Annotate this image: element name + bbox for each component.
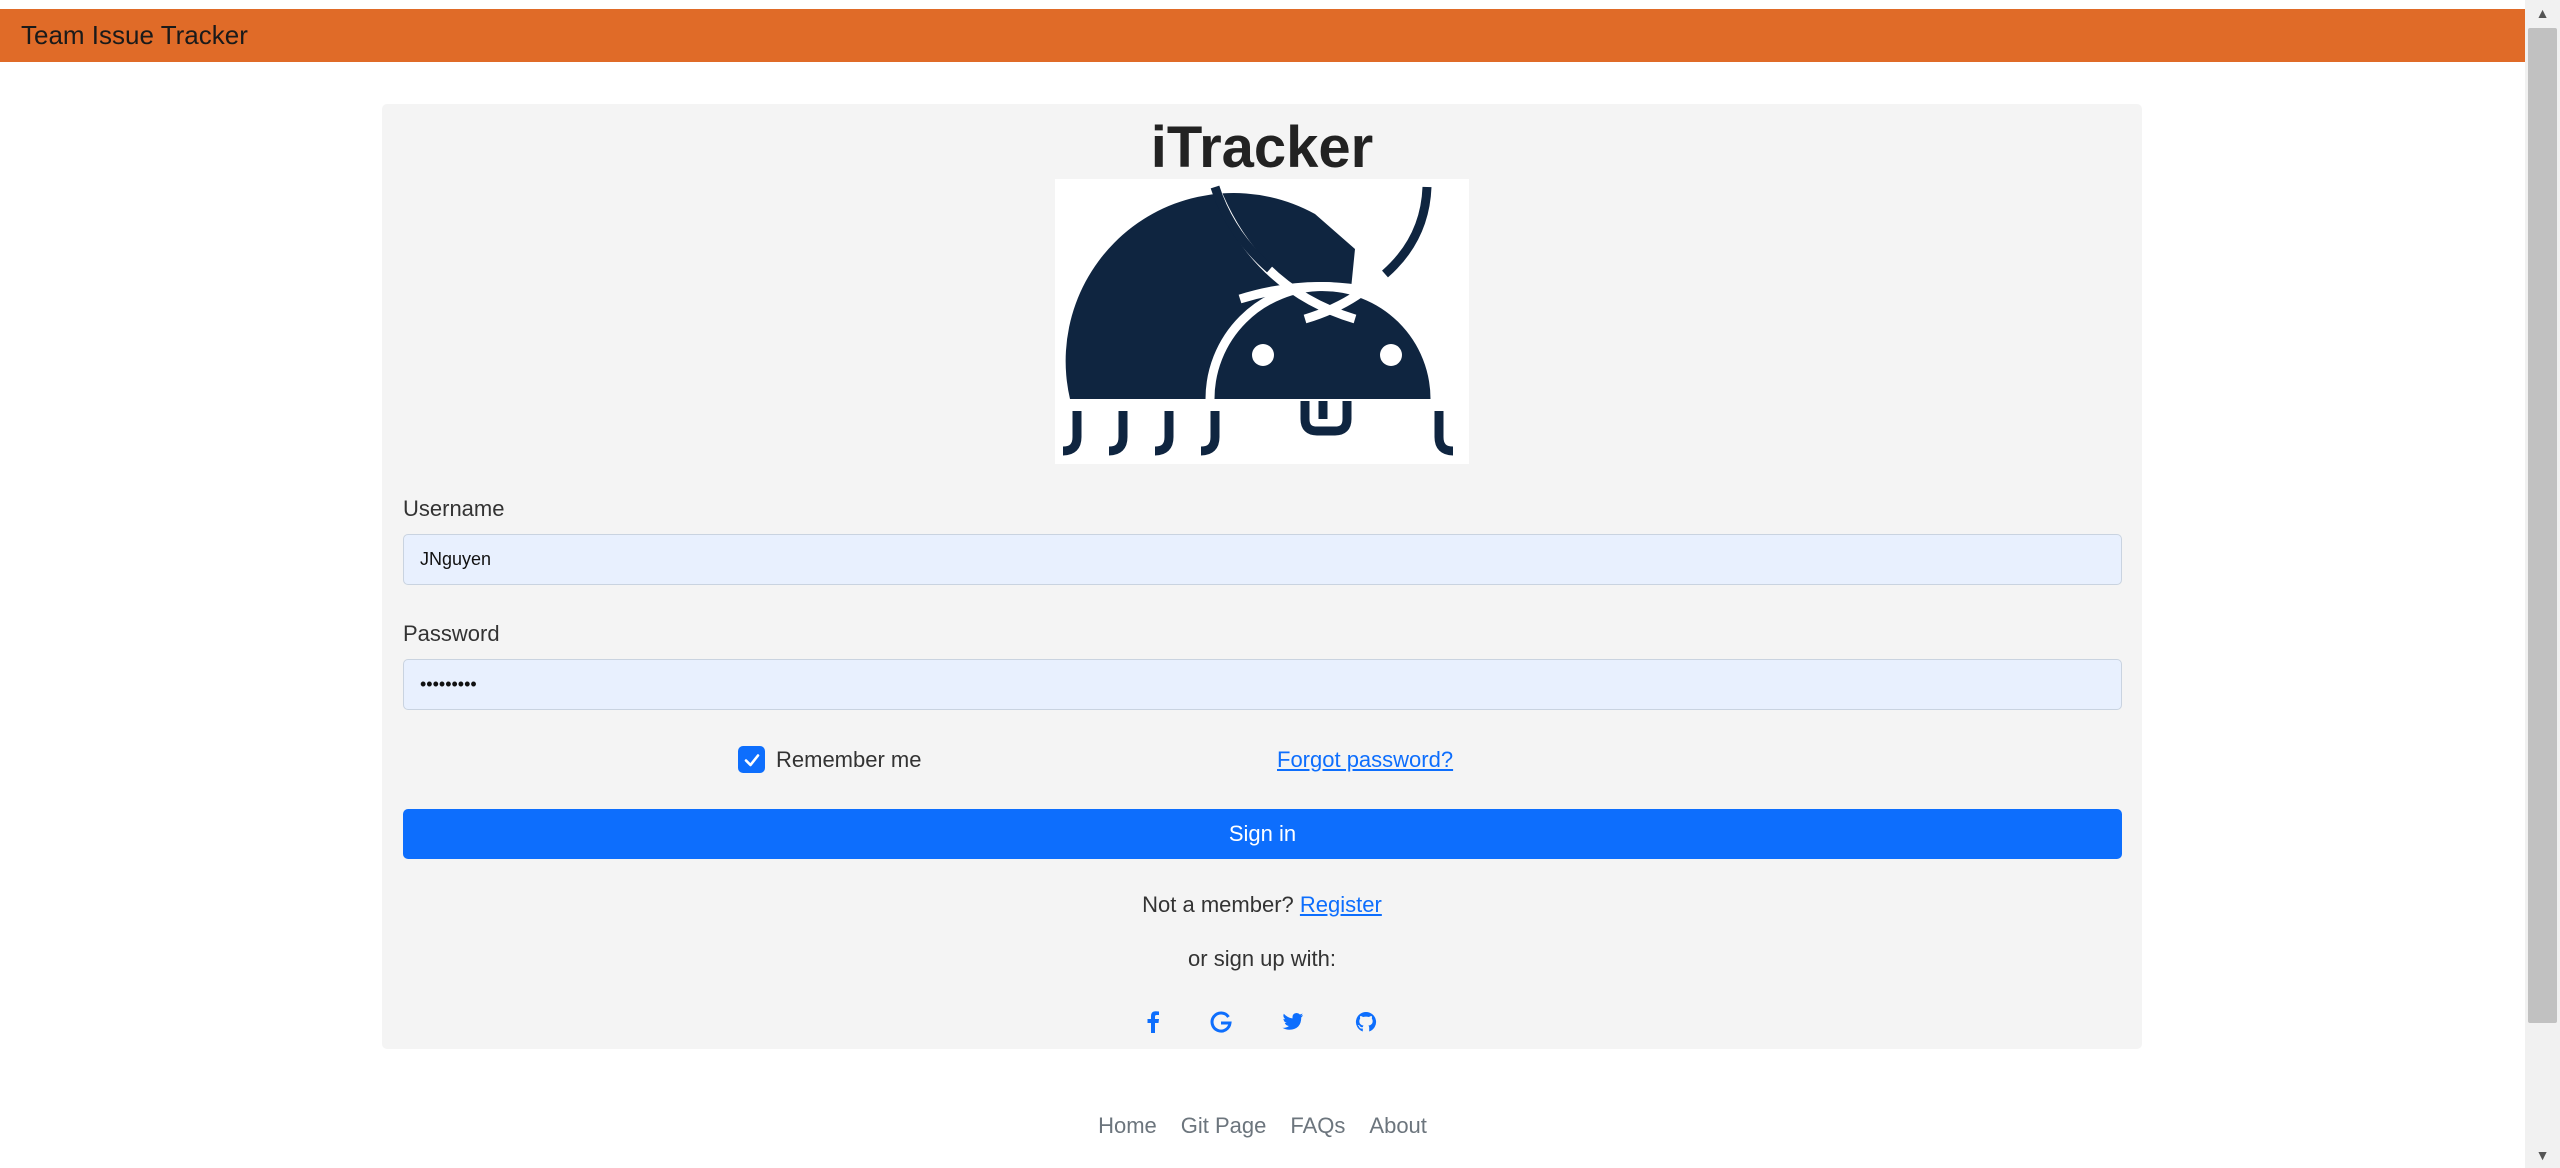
twitter-button[interactable] [1278, 1007, 1308, 1037]
remember-me-checkbox[interactable] [738, 746, 765, 773]
navbar-brand[interactable]: Team Issue Tracker [21, 20, 248, 51]
bug-logo [1055, 179, 1469, 464]
footer-link-faqs[interactable]: FAQs [1290, 1113, 1345, 1139]
footer-link-about[interactable]: About [1369, 1113, 1427, 1139]
footer-link-home[interactable]: Home [1098, 1113, 1157, 1139]
password-label: Password [403, 621, 500, 646]
twitter-icon [1282, 1013, 1304, 1030]
vertical-scrollbar[interactable]: ▲ ▼ [2525, 0, 2560, 1168]
facebook-icon [1147, 1011, 1159, 1033]
github-button[interactable] [1351, 1007, 1381, 1037]
password-value: ••••••••• [420, 674, 477, 694]
username-label: Username [403, 496, 505, 521]
footer-nav: Home Git Page FAQs About [0, 1113, 2525, 1139]
not-member-text: Not a member? [1142, 892, 1294, 917]
password-input[interactable]: ••••••••• [403, 659, 2122, 710]
scroll-down-arrow-icon[interactable]: ▼ [2525, 1142, 2560, 1168]
check-icon [744, 753, 759, 766]
sign-in-button[interactable]: Sign in [403, 809, 2122, 859]
app-title: iTracker [1150, 115, 1374, 180]
login-card: iTracker Username JNguyen Password •••••… [382, 104, 2142, 1049]
remember-me-label: Remember me [776, 746, 922, 772]
remember-me[interactable]: Remember me [738, 746, 921, 773]
scroll-up-arrow-icon[interactable]: ▲ [2525, 0, 2560, 26]
register-link[interactable]: Register [1300, 892, 1382, 917]
google-icon [1210, 1011, 1232, 1033]
username-input[interactable]: JNguyen [403, 534, 2122, 585]
github-icon [1355, 1011, 1377, 1032]
navbar: Team Issue Tracker [0, 9, 2525, 62]
facebook-button[interactable] [1138, 1007, 1168, 1037]
register-prompt: Not a member? Register [382, 892, 2142, 918]
username-value: JNguyen [420, 549, 492, 569]
sign-up-with-text: or sign up with: [1188, 946, 1336, 971]
top-gap [0, 0, 2525, 9]
google-button[interactable] [1206, 1007, 1236, 1037]
bug-logo-icon [1062, 185, 1454, 456]
forgot-password-link[interactable]: Forgot password? [1277, 746, 1453, 773]
footer-link-git-page[interactable]: Git Page [1181, 1113, 1267, 1139]
scroll-thumb[interactable] [2528, 28, 2557, 1023]
